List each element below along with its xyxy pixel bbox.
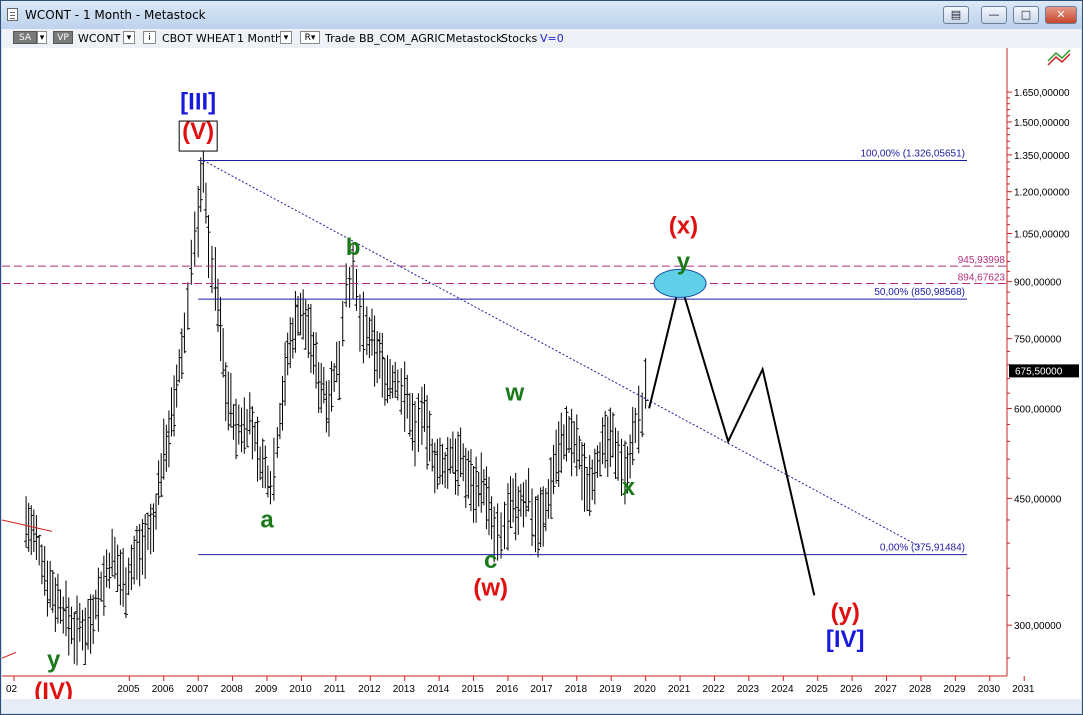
minimize-button[interactable]: — <box>981 6 1007 24</box>
security-name: CBOT WHEAT <box>162 32 236 45</box>
price-chart[interactable]: 100,00% (1.326,05651) 50,00% (850,98568) 0… <box>2 48 1081 699</box>
wave-label: (x) <box>669 212 698 239</box>
x-tick-label: 2006 <box>152 684 175 695</box>
y-tick-label: 1.350,00000 <box>1014 151 1070 162</box>
x-tick-label: 2023 <box>737 684 760 695</box>
red-trendline-stub <box>2 519 53 532</box>
x-tick-label: 2011 <box>324 684 346 695</box>
x-tick-label: 2019 <box>599 684 622 695</box>
wave-label: y <box>47 647 61 674</box>
trend-arrows-icon[interactable] <box>1047 49 1071 66</box>
x-tick-label: 2012 <box>358 684 381 695</box>
red-trendline-stub <box>2 651 17 659</box>
wave-label: [III] <box>180 89 216 116</box>
x-tick-label: 2024 <box>771 684 794 695</box>
x-tick-label: 2025 <box>806 684 829 695</box>
dashed-level-label: 894,67623 <box>958 273 1006 284</box>
x-tick-label: 2018 <box>565 684 588 695</box>
x-tick-label: 2031 <box>1012 684 1035 695</box>
x-tick-label: 2005 <box>117 684 140 695</box>
x-tick-label: 2008 <box>221 684 244 695</box>
x-tick-label: 2026 <box>840 684 863 695</box>
wave-label: y <box>677 249 691 276</box>
x-tick-label: 2030 <box>978 684 1001 695</box>
x-tick-label: 2007 <box>186 684 209 695</box>
title-bar: WCONT - 1 Month - Metastock ▤ — □ ✕ <box>1 1 1082 29</box>
x-tick-label: 2009 <box>255 684 278 695</box>
y-tick-label: 1.500,00000 <box>1014 118 1070 129</box>
volume-indicator-label: V=0 <box>540 32 564 45</box>
y-tick-label: 750,00000 <box>1014 335 1062 346</box>
y-tick-label: 1.200,00000 <box>1014 188 1070 199</box>
chart-area[interactable]: 100,00% (1.326,05651) 50,00% (850,98568) 0… <box>2 48 1081 699</box>
x-tick-label: 2020 <box>634 684 657 695</box>
x-tick-label: 2028 <box>909 684 932 695</box>
wave-labels: [III](V) b a w c(w) x (x) y (y)[IV] y (IV) <box>34 89 864 699</box>
x-tick-label: 2015 <box>462 684 485 695</box>
x-tick-label: 2021 <box>668 684 691 695</box>
y-tick-label: 1.050,00000 <box>1014 229 1070 240</box>
vp-button[interactable]: VP <box>53 31 73 44</box>
y-tick-label: 1.650,00000 <box>1014 88 1070 99</box>
wave-label: (IV) <box>34 678 73 699</box>
r-button[interactable]: R▾ <box>300 31 320 44</box>
wave-label: [IV] <box>826 626 865 653</box>
x-tick-label: 2027 <box>875 684 898 695</box>
wave-label: x <box>622 474 636 501</box>
period-dropdown-icon[interactable]: ▾ <box>280 31 292 44</box>
metastock-window: WCONT - 1 Month - Metastock ▤ — □ ✕ SA ▾… <box>0 0 1083 715</box>
wave-label: c <box>484 547 497 574</box>
projection-path <box>648 277 816 596</box>
app-label: Metastock <box>446 32 503 45</box>
instrument-type-label: Stocks <box>501 32 538 45</box>
y-tick-label: 300,00000 <box>1014 621 1062 632</box>
last-price-label: 675,50000 <box>1015 366 1063 377</box>
fib-level-label: 0,00% (375,91484) <box>880 543 965 554</box>
symbol-label: WCONT <box>78 32 121 45</box>
time-axis: 02 2005 2006 2007 2008 2009 2010 2011 2012 2013 20… <box>2 675 1035 695</box>
status-bar <box>2 699 1081 713</box>
wave-label: (V) <box>182 118 214 145</box>
y-tick-label: 450,00000 <box>1014 494 1062 505</box>
x-tick-label: 2014 <box>427 684 450 695</box>
document-icon <box>7 8 18 21</box>
period-label: 1 Month <box>237 32 282 45</box>
maximize-button[interactable]: □ <box>1013 6 1039 24</box>
x-tick-label: 02 <box>6 684 18 695</box>
wave-label: (y) <box>831 599 860 626</box>
wave-label: (w) <box>473 574 508 601</box>
price-axis: 1.650,00000 1.500,00000 1.350,00000 1.200,0… <box>1006 48 1079 676</box>
wave-label: w <box>504 380 524 407</box>
trade-button[interactable]: Trade <box>325 32 355 45</box>
security-info-icon[interactable]: i <box>143 31 156 44</box>
y-tick-label: 900,00000 <box>1014 278 1062 289</box>
x-tick-label: 2013 <box>393 684 416 695</box>
r-label: R <box>304 33 311 43</box>
x-tick-label: 2029 <box>943 684 966 695</box>
x-tick-label: 2010 <box>289 684 312 695</box>
sa-dropdown-icon[interactable]: ▾ <box>37 31 47 44</box>
data-source-label: BB_COM_AGRIC <box>359 32 446 45</box>
dashed-level-label: 945,93998 <box>958 255 1006 266</box>
wave-label: b <box>346 234 361 261</box>
x-tick-label: 2016 <box>496 684 519 695</box>
chart-toolbar: SA ▾ VP WCONT ▾ i CBOT WHEAT 1 Month ▾ R… <box>2 29 1081 49</box>
symbol-dropdown-icon[interactable]: ▾ <box>123 31 135 44</box>
x-tick-label: 2017 <box>530 684 553 695</box>
fib-level-label: 100,00% (1.326,05651) <box>860 148 965 159</box>
wave-label: a <box>260 507 274 534</box>
price-bars <box>24 145 648 666</box>
y-tick-label: 600,00000 <box>1014 404 1062 415</box>
close-button[interactable]: ✕ <box>1045 6 1077 24</box>
fib-level-label: 50,00% (850,98568) <box>874 287 965 298</box>
restore-layout-button[interactable]: ▤ <box>943 6 969 24</box>
window-title: WCONT - 1 Month - Metastock <box>25 8 206 22</box>
sa-button[interactable]: SA <box>13 31 37 44</box>
x-tick-label: 2022 <box>702 684 725 695</box>
fibonacci-levels: 100,00% (1.326,05651) 50,00% (850,98568) 0… <box>2 148 1007 556</box>
